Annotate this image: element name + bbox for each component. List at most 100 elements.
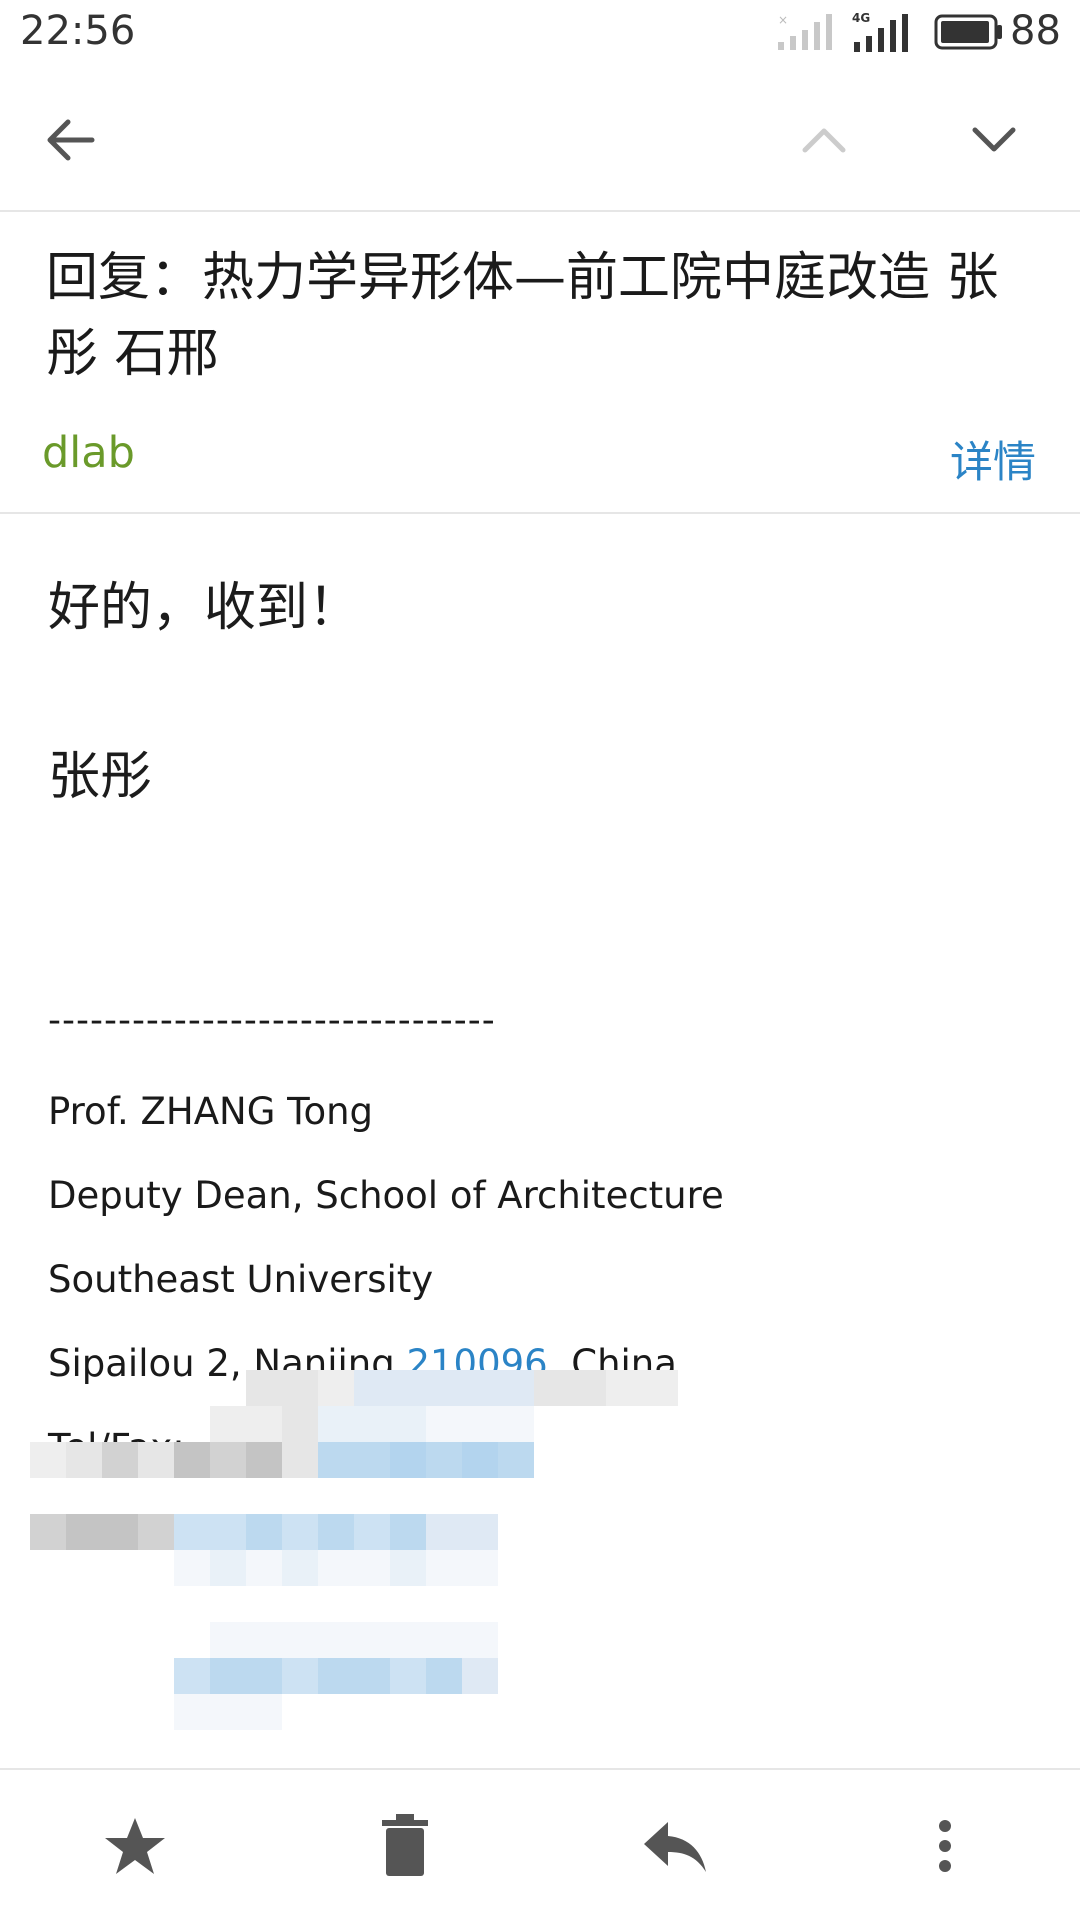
mosaic-cell <box>354 1622 390 1658</box>
mosaic-cell <box>102 1514 138 1550</box>
mosaic-cell <box>318 1442 354 1478</box>
mosaic-cell <box>318 1406 354 1442</box>
mosaic-cell <box>462 1370 498 1406</box>
mosaic-cell <box>102 1442 138 1478</box>
mosaic-cell <box>426 1550 462 1586</box>
mosaic-cell <box>426 1514 462 1550</box>
bottom-action-bar <box>0 1768 1080 1922</box>
mosaic-cell <box>390 1550 426 1586</box>
mosaic-cell <box>246 1514 282 1550</box>
svg-text:×: × <box>778 13 788 27</box>
mosaic-cell <box>246 1694 282 1730</box>
mosaic-cell <box>210 1514 246 1550</box>
mosaic-cell <box>318 1370 354 1406</box>
mosaic-cell <box>462 1514 498 1550</box>
more-vert-icon <box>939 1820 951 1872</box>
mosaic-cell <box>246 1370 282 1406</box>
arrow-left-icon <box>47 119 95 161</box>
signature-university: Southeast University <box>48 1258 434 1301</box>
body-text-line: 张彤 <box>48 747 153 807</box>
toolbar <box>0 70 1080 212</box>
mosaic-cell <box>354 1370 390 1406</box>
signal-sim2-icon: 4G <box>852 11 908 52</box>
body-text-line: 好的，收到！ <box>48 578 361 638</box>
mosaic-cell <box>498 1406 534 1442</box>
mosaic-cell <box>282 1658 318 1694</box>
signature-title: Deputy Dean, School of Architecture <box>48 1174 724 1217</box>
more-options-button[interactable] <box>865 1770 1025 1922</box>
mosaic-cell <box>390 1406 426 1442</box>
chevron-down-icon <box>972 127 1016 152</box>
mosaic-cell <box>246 1658 282 1694</box>
mosaic-cell <box>354 1514 390 1550</box>
star-icon <box>105 1818 165 1874</box>
back-button[interactable] <box>10 70 130 210</box>
mosaic-cell <box>246 1622 282 1658</box>
mosaic-cell <box>210 1406 246 1442</box>
mosaic-cell <box>30 1514 66 1550</box>
battery-level: 88 <box>1010 8 1061 54</box>
mosaic-cell <box>282 1514 318 1550</box>
mosaic-cell <box>246 1550 282 1586</box>
mosaic-cell <box>138 1442 174 1478</box>
mosaic-cell <box>390 1370 426 1406</box>
mosaic-cell <box>246 1442 282 1478</box>
mosaic-cell <box>462 1406 498 1442</box>
mosaic-cell <box>318 1658 354 1694</box>
email-subject: 回复：热力学异形体—前工院中庭改造 张彤 石邢 <box>46 248 999 384</box>
mosaic-cell <box>210 1694 246 1730</box>
details-link[interactable]: 详情 <box>950 428 1036 490</box>
mosaic-cell <box>66 1514 102 1550</box>
star-button[interactable] <box>55 1770 215 1922</box>
mosaic-cell <box>30 1442 66 1478</box>
mosaic-cell <box>318 1550 354 1586</box>
mosaic-cell <box>66 1442 102 1478</box>
mosaic-cell <box>390 1622 426 1658</box>
mosaic-cell <box>426 1442 462 1478</box>
mosaic-cell <box>174 1442 210 1478</box>
mosaic-cell <box>282 1442 318 1478</box>
battery-icon <box>934 14 1002 50</box>
mosaic-cell <box>174 1694 210 1730</box>
sender-name[interactable]: dlab <box>42 428 135 478</box>
mosaic-cell <box>246 1406 282 1442</box>
mosaic-cell <box>426 1658 462 1694</box>
mosaic-cell <box>210 1442 246 1478</box>
mosaic-cell <box>462 1658 498 1694</box>
mosaic-cell <box>354 1442 390 1478</box>
mosaic-cell <box>426 1370 462 1406</box>
mosaic-cell <box>390 1442 426 1478</box>
mosaic-cell <box>210 1658 246 1694</box>
mosaic-cell <box>282 1622 318 1658</box>
mosaic-cell <box>174 1658 210 1694</box>
mosaic-cell <box>426 1406 462 1442</box>
reply-button[interactable] <box>595 1770 755 1922</box>
mosaic-cell <box>390 1658 426 1694</box>
previous-email-button[interactable] <box>764 70 884 210</box>
delete-button[interactable] <box>325 1770 485 1922</box>
mosaic-cell <box>354 1550 390 1586</box>
mosaic-cell <box>282 1370 318 1406</box>
next-email-button[interactable] <box>934 70 1054 210</box>
mosaic-cell <box>462 1550 498 1586</box>
svg-text:4G: 4G <box>852 11 870 25</box>
trash-icon <box>382 1814 428 1876</box>
mosaic-cell <box>534 1370 570 1406</box>
mosaic-cell <box>282 1550 318 1586</box>
mosaic-cell <box>462 1442 498 1478</box>
mosaic-cell <box>390 1514 426 1550</box>
mosaic-cell <box>498 1442 534 1478</box>
signature-divider: -------------------------------- <box>48 1000 496 1041</box>
status-time: 22:56 <box>20 8 136 54</box>
mosaic-cell <box>210 1550 246 1586</box>
mosaic-cell <box>174 1550 210 1586</box>
mosaic-cell <box>282 1406 318 1442</box>
signature-name: Prof. ZHANG Tong <box>48 1090 374 1133</box>
mosaic-cell <box>426 1622 462 1658</box>
mosaic-cell <box>174 1514 210 1550</box>
mosaic-cell <box>462 1622 498 1658</box>
mosaic-cell <box>354 1406 390 1442</box>
mosaic-cell <box>210 1622 246 1658</box>
mosaic-cell <box>138 1514 174 1550</box>
status-bar: 22:56 × 4G 88 <box>0 0 1080 70</box>
